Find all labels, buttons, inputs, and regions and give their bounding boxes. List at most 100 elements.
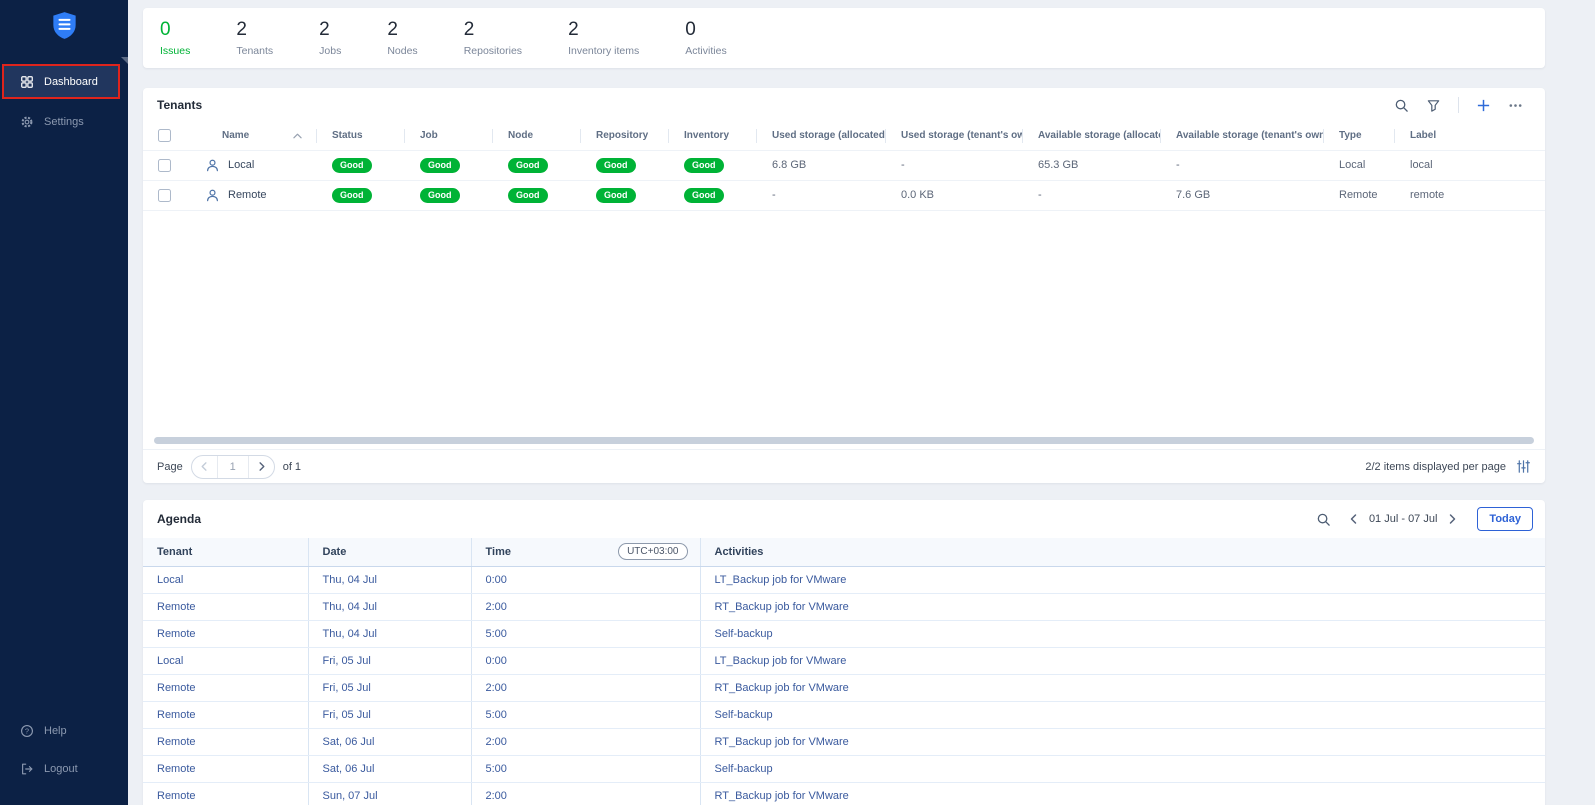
gear-icon — [19, 115, 34, 129]
chevron-left-icon — [199, 461, 210, 472]
add-tenant-icon[interactable] — [1476, 98, 1491, 113]
column-header-node[interactable]: Node — [492, 122, 580, 150]
status-badge: Good — [684, 188, 724, 203]
agenda-activity-cell: LT_Backup job for VMware — [700, 647, 1545, 674]
agenda-row[interactable]: Remote Fri, 05 Jul 2:00 RT_Backup job fo… — [143, 674, 1545, 701]
sidebar-item-dashboard[interactable]: Dashboard — [2, 64, 120, 99]
column-header-available-allocated[interactable]: Available storage (allocated) — [1022, 122, 1160, 150]
sidebar-nav: Dashboard Settings — [0, 64, 128, 138]
available-allocated-cell: - — [1022, 180, 1160, 210]
status-badge: Good — [420, 158, 460, 173]
sidebar-item-label: Settings — [44, 116, 84, 128]
main-content: 0 Issues 2 Tenants 2 Jobs 2 Nodes 2 Repo… — [128, 0, 1595, 805]
time-column-label: Time — [486, 546, 511, 558]
agenda-row[interactable]: Remote Fri, 05 Jul 5:00 Self-backup — [143, 701, 1545, 728]
column-header-type[interactable]: Type — [1323, 122, 1394, 150]
logout-button[interactable]: Logout — [0, 753, 128, 785]
sidebar-collapse-handle[interactable] — [121, 57, 128, 64]
agenda-tenant-cell: Remote — [143, 701, 308, 728]
row-checkbox[interactable] — [158, 189, 171, 202]
today-button[interactable]: Today — [1477, 507, 1533, 531]
available-own-cell: - — [1160, 150, 1323, 180]
status-cell: Good — [316, 150, 404, 180]
status-badge: Good — [508, 158, 548, 173]
agenda-row[interactable]: Local Fri, 05 Jul 0:00 LT_Backup job for… — [143, 647, 1545, 674]
filter-icon[interactable] — [1426, 98, 1441, 113]
status-badge: Good — [596, 158, 636, 173]
search-icon[interactable] — [1394, 98, 1409, 113]
row-checkbox[interactable] — [158, 159, 171, 172]
stat-label: Repositories — [464, 46, 522, 57]
column-header-used-allocated[interactable]: Used storage (allocated) — [756, 122, 885, 150]
available-allocated-cell: 65.3 GB — [1022, 150, 1160, 180]
more-options-icon[interactable] — [1508, 98, 1523, 113]
tenants-header-row: Name Status Job Node Repository Inventor… — [143, 122, 1545, 150]
prev-page-button[interactable] — [192, 456, 217, 478]
tenants-title: Tenants — [157, 98, 202, 112]
agenda-row[interactable]: Remote Thu, 04 Jul 5:00 Self-backup — [143, 620, 1545, 647]
tenants-toolbar — [1394, 97, 1523, 113]
sidebar-item-settings[interactable]: Settings — [0, 106, 128, 138]
next-week-button[interactable] — [1446, 513, 1458, 525]
column-header-used-own[interactable]: Used storage (tenant's own) — [885, 122, 1022, 150]
tenants-panel: Tenants — [143, 88, 1545, 483]
sort-asc-icon — [293, 133, 302, 139]
agenda-column-tenant[interactable]: Tenant — [143, 538, 308, 566]
stat-repositories: 2 Repositories — [464, 20, 522, 57]
app-logo — [0, 0, 128, 56]
node-cell: Good — [492, 150, 580, 180]
stat-value: 2 — [319, 20, 341, 39]
per-page-settings-icon[interactable] — [1516, 459, 1531, 474]
previous-week-button[interactable] — [1348, 513, 1360, 525]
agenda-activity-cell: RT_Backup job for VMware — [700, 782, 1545, 805]
status-badge: Good — [332, 188, 372, 203]
column-header-repository[interactable]: Repository — [580, 122, 668, 150]
agenda-row[interactable]: Remote Sun, 07 Jul 2:00 RT_Backup job fo… — [143, 782, 1545, 805]
agenda-column-time[interactable]: Time UTC+03:00 — [471, 538, 700, 566]
column-header-name[interactable]: Name — [191, 122, 316, 150]
agenda-title: Agenda — [157, 512, 201, 526]
agenda-column-activities[interactable]: Activities — [700, 538, 1545, 566]
stat-label: Issues — [160, 46, 190, 57]
agenda-row[interactable]: Remote Sat, 06 Jul 5:00 Self-backup — [143, 755, 1545, 782]
tenant-row-local[interactable]: Local Good Good Good Good Good 6.8 GB - … — [143, 150, 1545, 180]
next-page-button[interactable] — [249, 456, 274, 478]
inventory-cell: Good — [668, 150, 756, 180]
agenda-date-cell: Fri, 05 Jul — [308, 701, 471, 728]
stat-value: 2 — [236, 20, 273, 39]
column-header-job[interactable]: Job — [404, 122, 492, 150]
chevron-right-icon — [256, 461, 267, 472]
sidebar: Dashboard Settings ? Help Logout — [0, 0, 128, 805]
stat-activities: 0 Activities — [685, 20, 726, 57]
agenda-activity-cell: LT_Backup job for VMware — [700, 566, 1545, 593]
agenda-row[interactable]: Remote Sat, 06 Jul 2:00 RT_Backup job fo… — [143, 728, 1545, 755]
logout-icon — [19, 762, 34, 776]
horizontal-scrollbar[interactable] — [154, 437, 1534, 444]
inventory-cell: Good — [668, 180, 756, 210]
select-all-checkbox[interactable] — [158, 129, 171, 142]
agenda-row[interactable]: Remote Thu, 04 Jul 2:00 RT_Backup job fo… — [143, 593, 1545, 620]
agenda-tenant-cell: Remote — [143, 674, 308, 701]
current-page-field[interactable]: 1 — [217, 456, 249, 478]
column-header-label[interactable]: Label — [1394, 122, 1545, 150]
job-cell: Good — [404, 180, 492, 210]
column-header-status[interactable]: Status — [316, 122, 404, 150]
tenant-row-remote[interactable]: Remote Good Good Good Good Good - 0.0 KB… — [143, 180, 1545, 210]
page-label: Page — [157, 461, 183, 473]
column-header-available-own[interactable]: Available storage (tenant's own) — [1160, 122, 1323, 150]
agenda-date-cell: Fri, 05 Jul — [308, 647, 471, 674]
agenda-row[interactable]: Local Thu, 04 Jul 0:00 LT_Backup job for… — [143, 566, 1545, 593]
help-button[interactable]: ? Help — [0, 715, 128, 747]
agenda-tenant-cell: Remote — [143, 593, 308, 620]
stat-label: Nodes — [387, 46, 417, 57]
column-header-inventory[interactable]: Inventory — [668, 122, 756, 150]
node-cell: Good — [492, 180, 580, 210]
tenant-person-icon — [205, 188, 220, 203]
stat-value: 0 — [685, 20, 726, 39]
agenda-search-icon[interactable] — [1316, 512, 1331, 527]
dashboard-grid-icon — [19, 75, 34, 89]
status-badge: Good — [596, 188, 636, 203]
agenda-column-date[interactable]: Date — [308, 538, 471, 566]
table-empty-area — [143, 211, 1545, 438]
agenda-activity-cell: RT_Backup job for VMware — [700, 593, 1545, 620]
